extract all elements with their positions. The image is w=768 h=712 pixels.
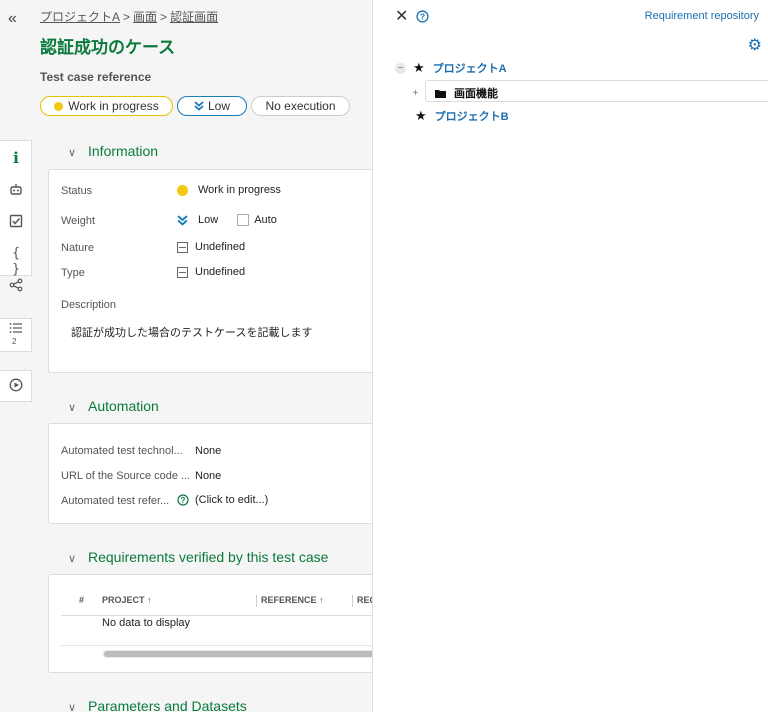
sidebar-executions[interactable]	[0, 370, 32, 402]
collapse-node-icon[interactable]: −	[395, 62, 406, 74]
section-information-header[interactable]: ∨ Information	[68, 143, 158, 159]
weight-chip[interactable]: Low	[177, 96, 247, 116]
automation-card: Automated test technol... None URL of th…	[48, 423, 372, 524]
page-title: 認証成功のケース	[40, 38, 176, 57]
info-icon[interactable]: i	[8, 150, 24, 166]
section-automation-header[interactable]: ∨ Automation	[68, 398, 159, 414]
weight-value: Low	[198, 214, 219, 226]
section-parameters-header[interactable]: ∨ Parameters and Datasets	[68, 698, 247, 712]
table-empty-message: No data to display	[102, 617, 191, 629]
close-icon[interactable]: ✕	[395, 6, 408, 26]
column-index: #	[79, 595, 85, 605]
tree-node-project-b[interactable]: ★ プロジェクトB	[415, 108, 509, 124]
type-field[interactable]: Undefined	[177, 266, 245, 278]
column-requirement[interactable]: REQ	[357, 595, 372, 605]
sort-up-icon: ↑	[319, 595, 324, 605]
help-icon: ?	[177, 494, 189, 506]
section-automation-title: Automation	[88, 398, 159, 414]
breadcrumb-item-project[interactable]: プロジェクトA	[40, 10, 120, 24]
tree-node-label: プロジェクトA	[432, 63, 507, 75]
status-dot-icon	[54, 101, 64, 111]
automated-tech-value[interactable]: None	[195, 445, 221, 457]
auto-label: Auto	[254, 214, 277, 226]
nature-value: Undefined	[195, 241, 246, 253]
steps-count: 2	[12, 337, 17, 346]
tree-node-screen-functions[interactable]: + 画面機能	[411, 85, 498, 101]
scrollbar-thumb[interactable]	[104, 651, 372, 657]
requirements-card: # PROJECT ↑ REFERENCE ↑ REQ No data to d…	[48, 574, 372, 673]
sort-up-icon: ↑	[147, 595, 152, 605]
tree-node-project-a[interactable]: − ★ プロジェクトA	[395, 60, 507, 76]
status-field[interactable]: Work in progress	[177, 184, 281, 196]
information-card: Status Work in progress Weight Low Auto …	[48, 169, 372, 373]
chevrons-down-icon	[194, 101, 204, 111]
horizontal-scrollbar[interactable]	[102, 650, 372, 658]
description-label: Description	[61, 299, 117, 311]
nature-field[interactable]: Undefined	[177, 241, 245, 253]
tree-node-label: 画面機能	[454, 88, 498, 100]
svg-text:?: ?	[181, 496, 186, 505]
list-box-icon	[177, 241, 188, 253]
breadcrumb-separator: >	[160, 10, 168, 24]
breadcrumb-item-auth-screen[interactable]: 認証画面	[170, 10, 218, 24]
chevrons-down-icon	[177, 214, 188, 226]
sidebar-nav: i { }	[0, 140, 32, 292]
sidebar-steps[interactable]: 2	[0, 318, 32, 352]
automated-ref-label: Automated test refer...	[61, 495, 170, 507]
weight-label: Weight	[61, 215, 96, 227]
folder-icon	[435, 89, 446, 98]
status-value: Work in progress	[198, 184, 281, 196]
chevron-down-icon: ∨	[68, 147, 77, 159]
list-icon	[8, 322, 24, 338]
source-url-label: URL of the Source code ...	[61, 470, 191, 482]
list-box-icon	[177, 266, 188, 278]
automated-tech-label: Automated test technol...	[61, 445, 183, 457]
breadcrumb-item-screen[interactable]: 画面	[133, 10, 157, 24]
test-case-reference-label: Test case reference	[40, 70, 152, 84]
status-label: Status	[61, 185, 93, 197]
type-label: Type	[61, 267, 85, 279]
chevron-down-icon: ∨	[68, 553, 77, 565]
type-value: Undefined	[195, 266, 246, 278]
share-icon[interactable]	[8, 278, 24, 294]
description-value[interactable]: 認証が成功した場合のテストケースを記載します	[71, 324, 312, 340]
source-url-value[interactable]: None	[195, 470, 221, 482]
tree-node-label: プロジェクトB	[434, 111, 509, 123]
section-information-title: Information	[88, 143, 159, 159]
weight-field[interactable]: Low Auto	[177, 214, 277, 226]
breadcrumb-separator: >	[123, 10, 131, 24]
star-icon: ★	[413, 60, 425, 75]
section-requirements-header[interactable]: ∨ Requirements verified by this test case	[68, 549, 328, 565]
star-icon: ★	[415, 108, 427, 123]
chevron-down-icon: ∨	[68, 702, 77, 712]
nature-label: Nature	[61, 242, 95, 254]
play-circle-icon	[8, 378, 24, 394]
execution-chip[interactable]: No execution	[251, 96, 350, 116]
checkbox-checked-icon[interactable]	[8, 214, 24, 230]
braces-icon[interactable]: { }	[8, 246, 24, 277]
automated-ref-value: (Click to edit...)	[195, 494, 269, 506]
section-requirements-title: Requirements verified by this test case	[88, 549, 329, 565]
execution-chip-label: No execution	[265, 99, 336, 113]
status-chip-label: Work in progress	[68, 99, 159, 113]
section-parameters-title: Parameters and Datasets	[88, 698, 247, 712]
collapse-icon[interactable]: «	[8, 10, 17, 28]
svg-text:?: ?	[420, 12, 425, 22]
column-reference[interactable]: REFERENCE ↑	[261, 595, 324, 605]
chevron-down-icon: ∨	[68, 402, 77, 414]
robot-icon[interactable]	[8, 182, 24, 198]
auto-checkbox[interactable]	[237, 214, 250, 226]
test-case-main: « プロジェクトA > 画面 > 認証画面 認証成功のケース Test case ref…	[0, 0, 372, 712]
weight-chip-label: Low	[207, 99, 230, 113]
requirement-repository-link[interactable]: Requirement repository	[645, 10, 759, 22]
column-project[interactable]: PROJECT ↑	[102, 595, 152, 605]
requirement-repository-panel: ✕ ? Requirement repository ⚙ − ★ プロジェクトA…	[372, 0, 768, 712]
expand-node-icon[interactable]: +	[411, 88, 420, 98]
status-dot-icon	[177, 184, 188, 196]
breadcrumb: プロジェクトA > 画面 > 認証画面	[40, 8, 218, 25]
help-icon[interactable]: ?	[416, 10, 429, 23]
automated-ref-field[interactable]: ? (Click to edit...)	[177, 494, 268, 506]
gear-icon[interactable]: ⚙	[748, 38, 762, 54]
status-chip[interactable]: Work in progress	[40, 96, 173, 116]
